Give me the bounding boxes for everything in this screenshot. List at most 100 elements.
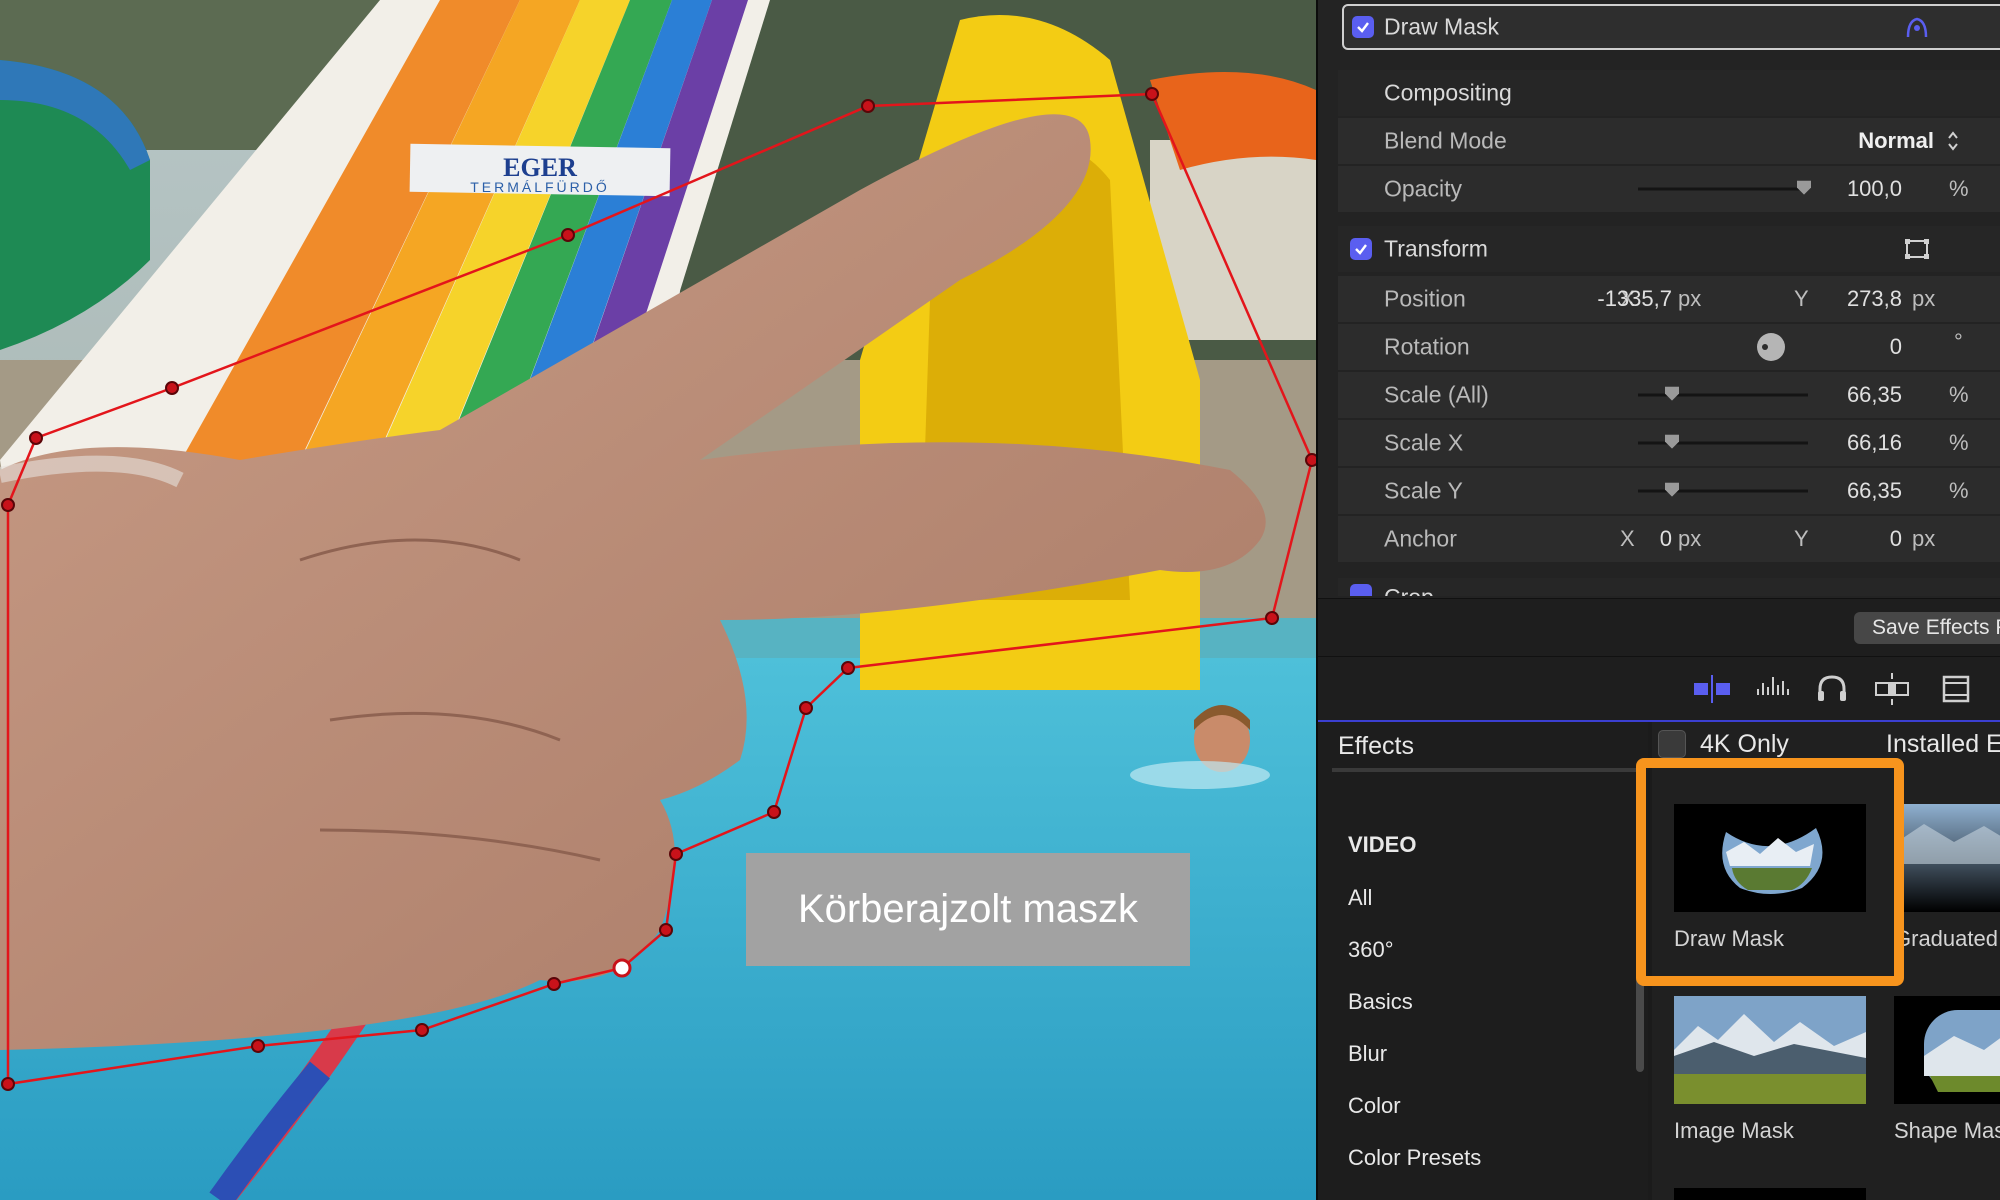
position-y-unit: px bbox=[1912, 286, 1936, 311]
anchor-x-axis-label: X bbox=[1620, 526, 1635, 551]
inspector: Draw Mask Compositing Blend Mode Normal … bbox=[1318, 0, 2000, 600]
crop-label: Crop bbox=[1384, 584, 1434, 596]
position-x-value[interactable]: -1335,7 bbox=[1597, 286, 1672, 312]
scale-x-unit: % bbox=[1949, 430, 1969, 455]
sign-termalfurdo: TERMÁLFÜRDŐ bbox=[470, 178, 610, 195]
compositing-header[interactable]: Compositing bbox=[1338, 70, 2000, 116]
position-y-value[interactable]: 273,8 bbox=[1847, 286, 1902, 312]
draw-mask-effect-header[interactable]: Draw Mask bbox=[1342, 4, 2000, 50]
scale-y-slider[interactable] bbox=[1638, 489, 1808, 493]
scale-x-label: Scale X bbox=[1384, 429, 1464, 456]
opacity-value[interactable]: 100,0 bbox=[1847, 176, 1902, 202]
compositing-label: Compositing bbox=[1384, 79, 1512, 106]
scale-x-slider[interactable] bbox=[1638, 441, 1808, 445]
effect-thumbnail-partial[interactable] bbox=[1674, 1188, 1866, 1200]
rotation-dial-icon[interactable] bbox=[1756, 332, 1786, 362]
opacity-unit: % bbox=[1949, 176, 1969, 201]
checkmark-icon bbox=[1355, 244, 1367, 255]
scale-all-row: Scale (All) 66,35 % bbox=[1338, 372, 2000, 418]
rotation-label: Rotation bbox=[1384, 333, 1470, 360]
scene-illustration: EGER TERMÁLFÜRDŐ bbox=[0, 0, 1316, 1200]
transform-label: Transform bbox=[1384, 235, 1488, 262]
transform-checkbox[interactable] bbox=[1350, 238, 1372, 260]
anchor-y-axis-label: Y bbox=[1794, 526, 1809, 551]
scale-all-slider-knob[interactable] bbox=[1665, 386, 1679, 401]
effect-label-graduated-mask: Graduated Mask bbox=[1894, 926, 2000, 951]
rotation-value[interactable]: 0 bbox=[1890, 334, 1902, 360]
checkmark-icon bbox=[1357, 22, 1369, 33]
browser-toolbar bbox=[1318, 656, 2000, 721]
effect-label-shape-mask: Shape Mask bbox=[1894, 1118, 2000, 1143]
transform-onscreen-control-icon[interactable] bbox=[1904, 238, 1930, 260]
scale-x-slider-knob[interactable] bbox=[1665, 434, 1679, 449]
effect-thumbnail-graduated-mask[interactable] bbox=[1894, 804, 2000, 912]
effects-title: Effects bbox=[1338, 732, 1414, 760]
opacity-slider[interactable] bbox=[1638, 187, 1808, 191]
scale-y-row: Scale Y 66,35 % bbox=[1338, 468, 2000, 514]
anchor-row: Anchor X 0 px Y 0 px bbox=[1338, 516, 2000, 562]
anchor-x-unit: px bbox=[1678, 526, 1702, 551]
image-mask-preview-image bbox=[1674, 996, 1866, 1104]
effects-category-list: Effects VIDEO All 360° Basics Blur Color… bbox=[1318, 722, 1648, 1200]
up-down-chevron-icon[interactable] bbox=[1946, 130, 1960, 152]
rotation-row: Rotation 0 ° bbox=[1338, 324, 2000, 370]
category-basics[interactable]: Basics bbox=[1348, 989, 1413, 1015]
effect-thumbnail-image-mask[interactable] bbox=[1674, 996, 1866, 1104]
position-row: Position X -1335,7 px Y 273,8 px bbox=[1338, 276, 2000, 322]
blend-mode-select[interactable]: Normal bbox=[1858, 128, 1934, 154]
anchor-label: Anchor bbox=[1384, 525, 1457, 552]
category-video-header: VIDEO bbox=[1348, 832, 1417, 857]
film-icon[interactable] bbox=[1936, 671, 1976, 707]
rotation-unit: ° bbox=[1954, 329, 1963, 355]
opacity-row: Opacity 100,0 % bbox=[1338, 166, 2000, 212]
category-divider bbox=[1332, 768, 1636, 772]
scale-all-value[interactable]: 66,35 bbox=[1847, 382, 1902, 408]
crop-header[interactable]: Crop bbox=[1338, 578, 2000, 596]
effects-browser: Effects VIDEO All 360° Basics Blur Color… bbox=[1318, 720, 2000, 1200]
scale-y-value[interactable]: 66,35 bbox=[1847, 478, 1902, 504]
anchor-y-value[interactable]: 0 bbox=[1890, 526, 1902, 552]
crop-checkbox[interactable] bbox=[1350, 584, 1372, 596]
save-effects-preset-button[interactable]: Save Effects Preset bbox=[1854, 612, 2000, 644]
scale-all-unit: % bbox=[1949, 382, 1969, 407]
category-360[interactable]: 360° bbox=[1348, 937, 1394, 963]
mask-shape-icon[interactable] bbox=[1904, 15, 1930, 41]
scale-x-value[interactable]: 66,16 bbox=[1847, 430, 1902, 456]
sign-eger: EGER bbox=[503, 153, 577, 182]
category-all[interactable]: All bbox=[1348, 885, 1372, 911]
opacity-label: Opacity bbox=[1384, 175, 1462, 202]
4k-only-label: 4K Only bbox=[1700, 730, 1789, 758]
position-y-axis-label: Y bbox=[1794, 286, 1809, 311]
position-x-unit: px bbox=[1678, 286, 1702, 311]
shape-mask-preview-image bbox=[1894, 996, 2000, 1104]
position-label: Position bbox=[1384, 285, 1466, 312]
headphones-icon[interactable] bbox=[1812, 671, 1852, 707]
effect-thumbnail-shape-mask[interactable] bbox=[1894, 996, 2000, 1104]
scale-all-slider[interactable] bbox=[1638, 393, 1808, 397]
video-viewer[interactable]: EGER TERMÁLFÜRDŐ Körberajzolt maszk bbox=[0, 0, 1316, 1200]
draw-mask-highlight-frame bbox=[1636, 758, 1904, 986]
category-color-presets[interactable]: Color Presets bbox=[1348, 1145, 1481, 1171]
anchor-x-value[interactable]: 0 bbox=[1660, 526, 1672, 552]
draw-mask-checkbox[interactable] bbox=[1352, 16, 1374, 38]
transition-icon[interactable] bbox=[1872, 671, 1912, 707]
transform-header[interactable]: Transform bbox=[1338, 226, 2000, 272]
graduated-mask-preview-image bbox=[1894, 804, 2000, 912]
category-blur[interactable]: Blur bbox=[1348, 1041, 1387, 1067]
scale-all-label: Scale (All) bbox=[1384, 381, 1489, 408]
draw-mask-title: Draw Mask bbox=[1384, 13, 1500, 40]
scale-x-row: Scale X 66,16 % bbox=[1338, 420, 2000, 466]
installed-effects-popup[interactable]: Installed Effects bbox=[1886, 730, 2000, 759]
scale-y-label: Scale Y bbox=[1384, 477, 1463, 504]
effect-label-image-mask: Image Mask bbox=[1674, 1118, 1794, 1143]
audio-inspector-icon[interactable] bbox=[1752, 671, 1792, 707]
caption-overlay: Körberajzolt maszk bbox=[746, 853, 1190, 966]
video-inspector-icon[interactable] bbox=[1692, 671, 1732, 707]
scale-y-slider-knob[interactable] bbox=[1665, 482, 1679, 497]
blend-mode-label: Blend Mode bbox=[1384, 127, 1507, 154]
right-panel: Draw Mask Compositing Blend Mode Normal … bbox=[1316, 0, 2000, 1200]
anchor-y-unit: px bbox=[1912, 526, 1936, 551]
opacity-slider-knob[interactable] bbox=[1797, 180, 1811, 195]
4k-only-checkbox[interactable] bbox=[1658, 730, 1686, 758]
category-color[interactable]: Color bbox=[1348, 1093, 1401, 1119]
